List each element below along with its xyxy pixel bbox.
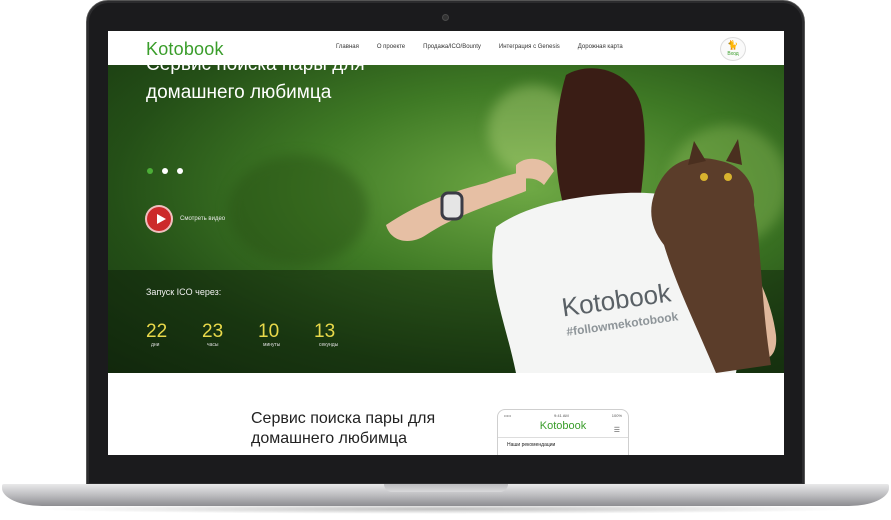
phone-status-bar: ••••• 9:41 AM 100% bbox=[498, 410, 628, 418]
countdown-hours: 23 часы bbox=[202, 321, 258, 349]
phone-battery: 100% bbox=[611, 413, 622, 418]
hero-title: Сервис поиска пары для домашнего любимца bbox=[146, 54, 365, 103]
login-button[interactable]: 🐈 Вход bbox=[720, 37, 746, 61]
menu-item-roadmap[interactable]: Дорожная карта bbox=[578, 44, 623, 50]
phone-logo: Kotobook bbox=[539, 420, 587, 432]
slider-dot[interactable] bbox=[147, 168, 153, 174]
slider-dots bbox=[147, 168, 183, 174]
countdown-value: 10 bbox=[258, 321, 280, 342]
cat-eye bbox=[724, 173, 732, 181]
cat-eye bbox=[700, 173, 708, 181]
signal-icon: ••••• bbox=[504, 413, 512, 418]
countdown-value: 13 bbox=[314, 321, 336, 342]
cat-icon: 🐈 bbox=[727, 40, 739, 50]
camera-icon bbox=[442, 14, 449, 21]
main-menu: Главная О проекте Продажа/ICO/Bounty Инт… bbox=[336, 44, 641, 50]
countdown-seconds: 13 секунды bbox=[314, 321, 370, 349]
wristwatch bbox=[440, 191, 464, 221]
countdown-timer: 22 дни 23 часы 10 минуты 13 секунды bbox=[146, 321, 370, 349]
woman-with-cat-image: Kotobook #followmekotobook bbox=[386, 68, 777, 373]
screen: Kotobook Главная О проекте Продажа/ICO/B… bbox=[108, 31, 784, 455]
phone-section-title: Наши рекомендации bbox=[507, 442, 556, 448]
countdown-value: 23 bbox=[202, 321, 224, 342]
countdown-caption: часы bbox=[207, 342, 219, 348]
slider-dot[interactable] bbox=[177, 168, 183, 174]
countdown-days: 22 дни bbox=[146, 321, 202, 349]
login-label: Вход bbox=[727, 51, 739, 57]
countdown-value: 22 bbox=[146, 321, 168, 342]
phone-time: 9:41 AM bbox=[554, 413, 569, 418]
countdown-caption: минуты bbox=[263, 342, 281, 348]
watch-video-link[interactable]: Смотреть видео bbox=[180, 216, 225, 222]
phone-mockup: ••••• 9:41 AM 100% Kotobook ☰ Наши реком… bbox=[497, 409, 629, 455]
countdown-minutes: 10 минуты bbox=[258, 321, 314, 349]
divider bbox=[498, 437, 628, 438]
laptop-notch bbox=[384, 484, 508, 492]
menu-item-home[interactable]: Главная bbox=[336, 44, 359, 50]
play-video-button[interactable] bbox=[145, 205, 173, 233]
countdown-caption: секунды bbox=[319, 342, 339, 348]
bokeh-dark bbox=[228, 155, 368, 265]
menu-item-genesis-integration[interactable]: Интеграция с Genesis bbox=[499, 44, 560, 50]
countdown-caption: дни bbox=[151, 342, 160, 348]
menu-item-about[interactable]: О проекте bbox=[377, 44, 405, 50]
section-title: Сервис поиска пары для домашнего любимца bbox=[251, 410, 436, 447]
menu-item-sale-ico-bounty[interactable]: Продажа/ICO/Bounty bbox=[423, 44, 481, 50]
slider-dot[interactable] bbox=[162, 168, 168, 174]
filter-icon[interactable]: ☰ bbox=[614, 426, 620, 434]
countdown-title: Запуск ICO через: bbox=[146, 287, 222, 297]
